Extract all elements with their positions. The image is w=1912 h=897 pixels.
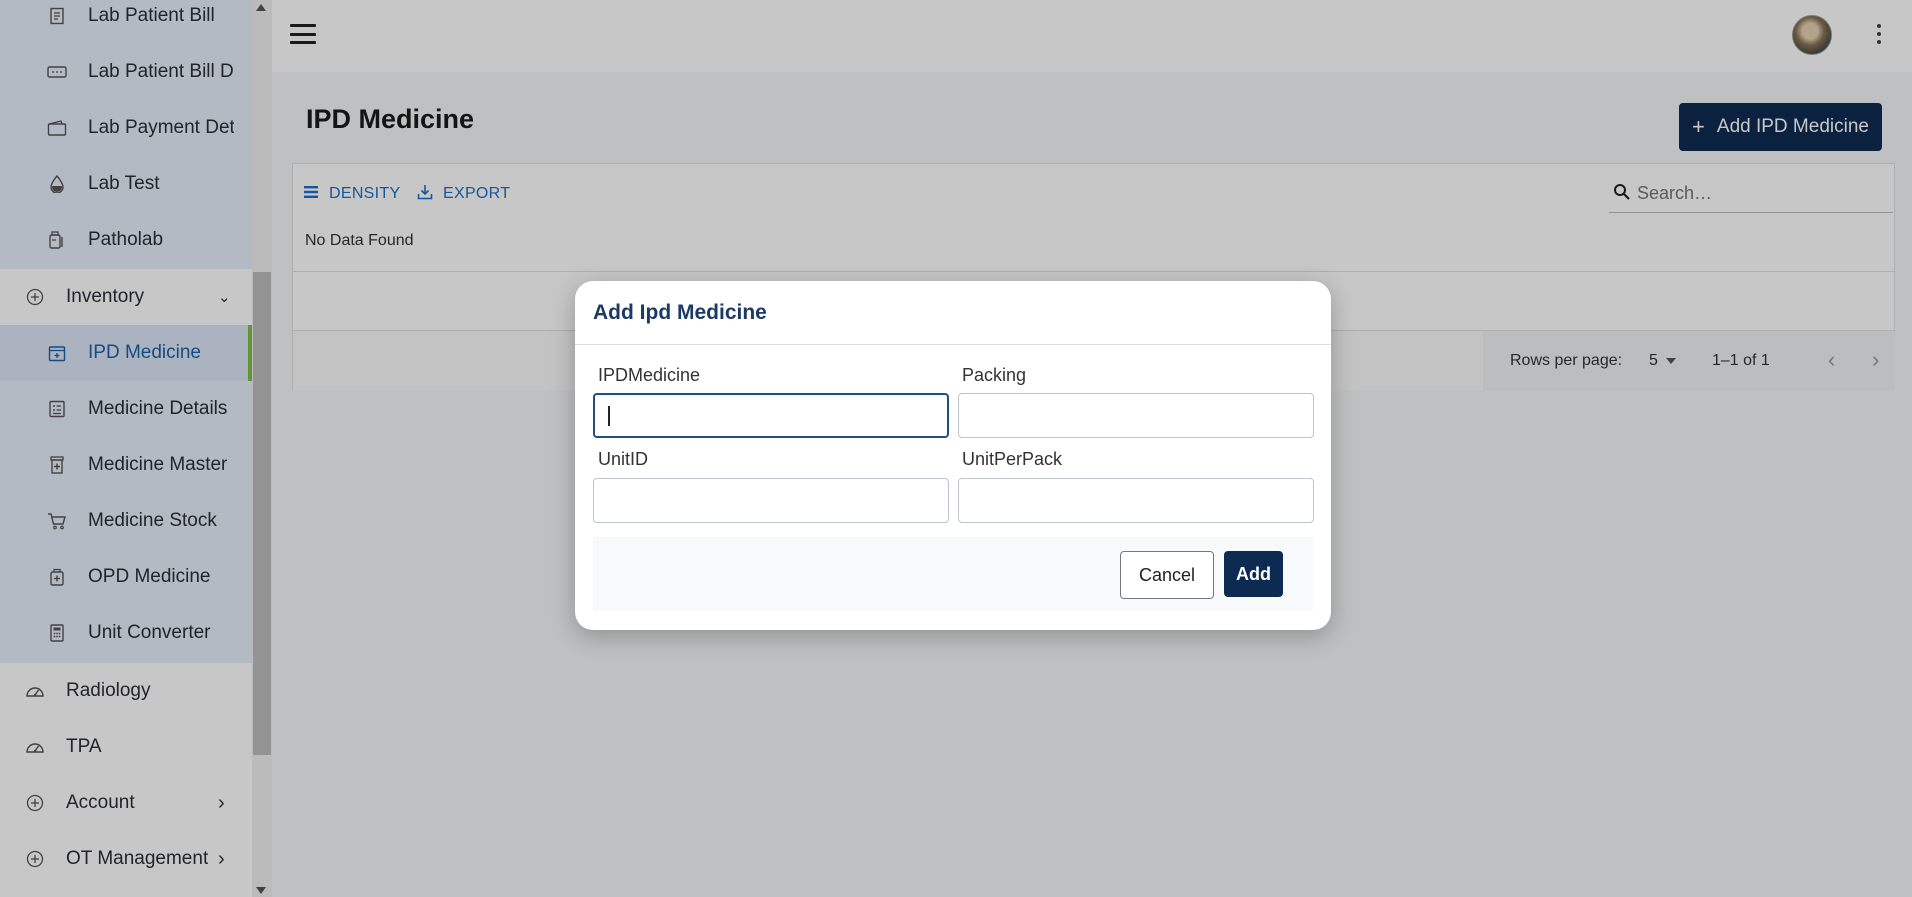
unitid-label: UnitID: [598, 449, 649, 469]
ipdmedicine-label: IPDMedicine: [598, 365, 701, 385]
text-cursor: [608, 406, 610, 426]
unitid-input[interactable]: [593, 478, 949, 523]
unitperpack-input[interactable]: [958, 478, 1314, 523]
dialog-actions: Cancel Add: [593, 537, 1313, 611]
cancel-button[interactable]: Cancel: [1120, 551, 1214, 599]
unitperpack-label: UnitPerPack: [962, 449, 1063, 469]
packing-label: Packing: [962, 365, 1027, 385]
ipdmedicine-input[interactable]: [593, 393, 949, 438]
add-ipd-medicine-dialog: Add Ipd Medicine IPDMedicine Packing Uni…: [575, 281, 1331, 630]
packing-input[interactable]: [958, 393, 1314, 438]
dialog-title: Add Ipd Medicine: [593, 301, 767, 324]
add-button[interactable]: Add: [1224, 551, 1283, 597]
divider: [575, 344, 1331, 345]
